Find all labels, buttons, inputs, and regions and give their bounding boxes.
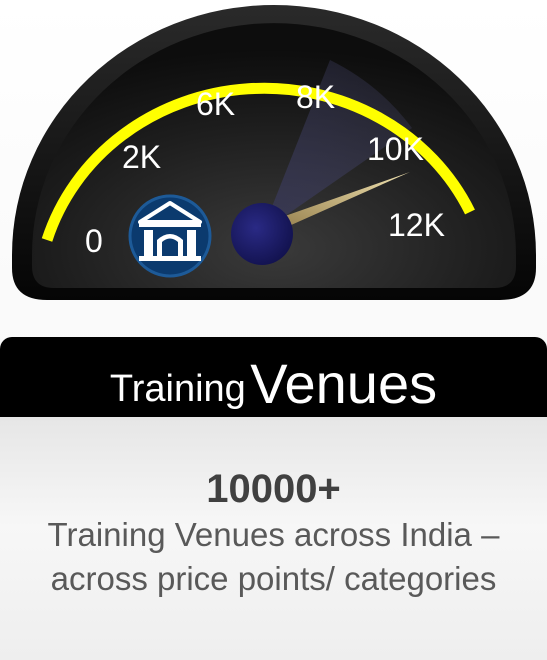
tick-label-6k: 6K: [196, 86, 235, 122]
venue-stat-card: 0 2K 6K 8K 10K 12K Training Venues 10000…: [0, 0, 547, 660]
tick-label-12k: 12K: [388, 207, 445, 243]
tick-label-2k: 2K: [122, 139, 161, 175]
tick-label-0: 0: [85, 223, 103, 259]
tick-label-10k: 10K: [367, 131, 424, 167]
banner-small-word: Training: [109, 368, 246, 410]
venue-count: 10000+: [206, 467, 341, 511]
banner-big-word: Venues: [250, 352, 438, 415]
venue-building-icon: [128, 194, 212, 278]
speedometer-gauge: 0 2K 6K 8K 10K 12K: [12, 5, 536, 300]
venue-description: Training Venues across India – across pr…: [47, 516, 500, 597]
tick-label-8k: 8K: [296, 79, 335, 115]
title-banner: Training Venues: [0, 337, 547, 417]
gauge-hub: [231, 203, 293, 265]
info-panel: 10000+ Training Venues across India – ac…: [0, 417, 547, 660]
